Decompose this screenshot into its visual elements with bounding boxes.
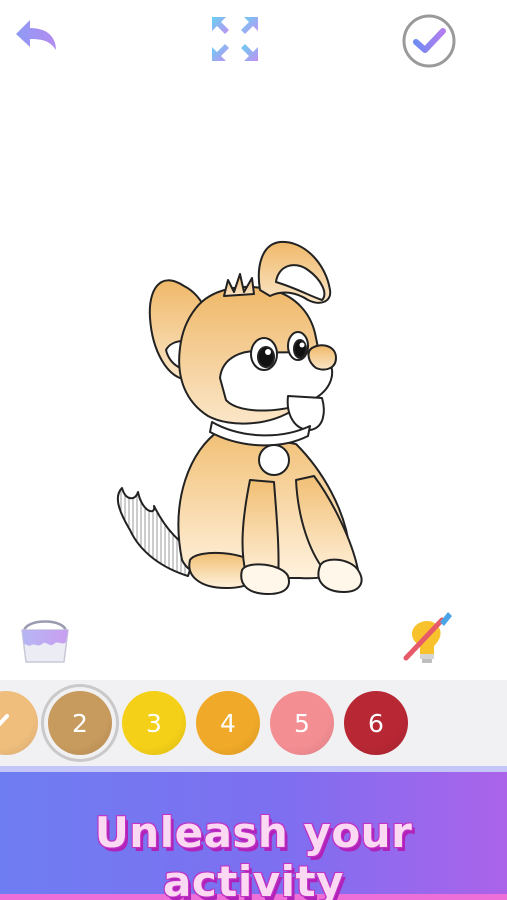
color-swatch-2[interactable]: 2 [48,691,112,755]
checkmark-icon [0,714,9,727]
paint-bucket-button[interactable] [16,610,74,666]
coloring-canvas[interactable] [100,230,380,600]
checkmark-circle-icon [402,14,456,68]
top-toolbar [0,0,507,80]
color-swatch-3[interactable]: 3 [122,691,186,755]
color-palette: 2 3 4 5 6 [0,680,507,766]
paint-brush-button[interactable] [398,608,456,666]
fullscreen-button[interactable] [208,13,262,65]
color-swatch-completed[interactable] [0,691,38,755]
paint-bucket-icon [21,620,69,663]
promo-banner: Unleash your activity [0,766,507,900]
banner-headline: Unleash your activity [94,808,413,900]
swatch-number: 2 [72,708,88,738]
color-swatch-4[interactable]: 4 [196,691,260,755]
undo-arrow-icon [16,20,56,50]
paint-brush-icon [403,612,452,663]
swatch-number: 5 [294,708,310,738]
swatch-number: 3 [146,708,162,738]
back-button[interactable] [10,14,62,56]
swatch-number: 6 [368,708,384,738]
expand-arrows-icon [212,17,258,61]
swatch-number: 4 [220,708,236,738]
color-swatch-5[interactable]: 5 [270,691,334,755]
color-swatch-6[interactable]: 6 [344,691,408,755]
puppy-drawing [116,240,363,595]
done-button[interactable] [400,12,458,70]
